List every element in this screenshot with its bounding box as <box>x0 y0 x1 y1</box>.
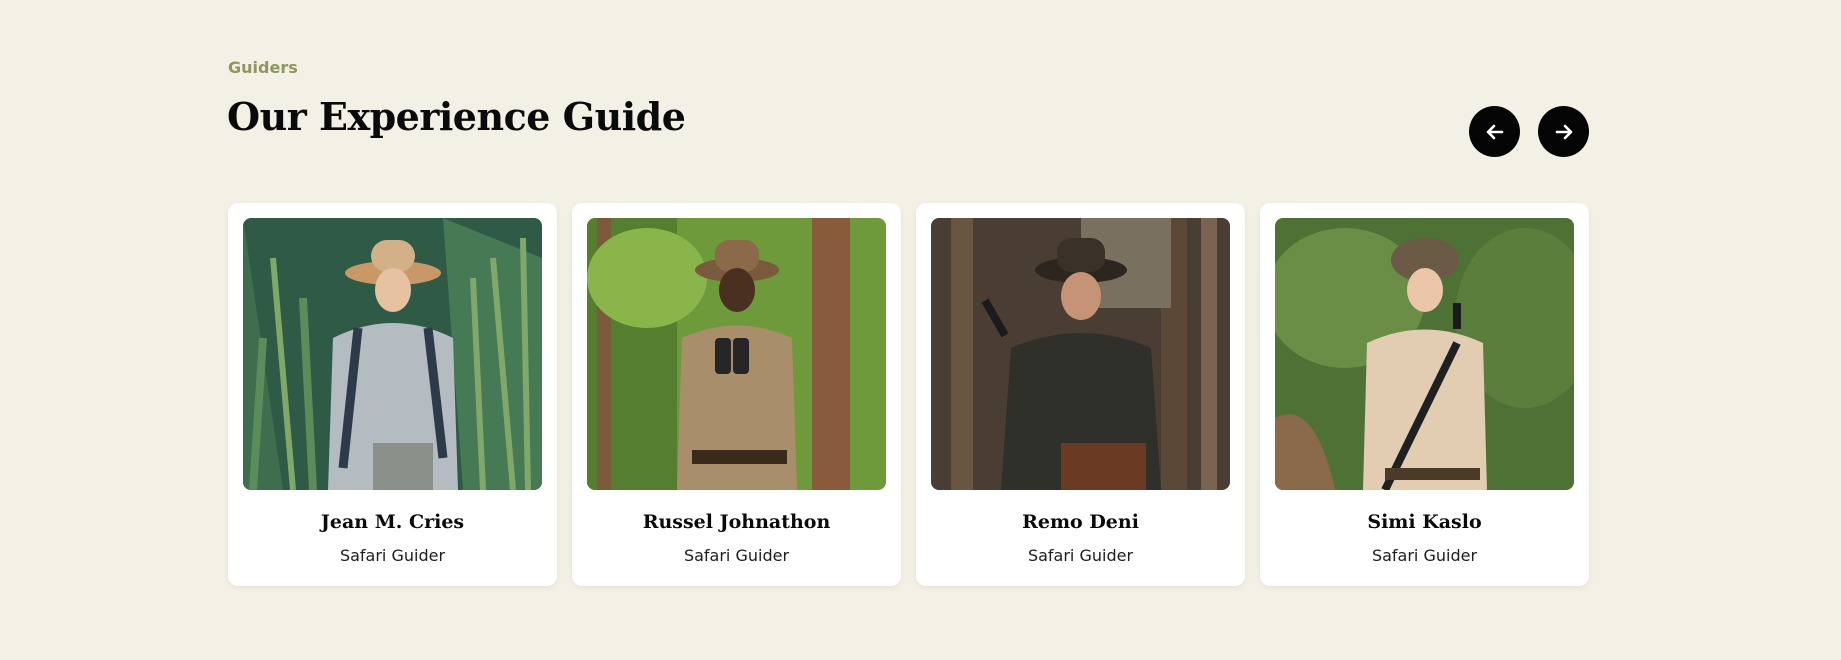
arrow-right-icon <box>1555 124 1572 139</box>
guide-photo <box>931 218 1230 490</box>
guide-photo <box>243 218 542 490</box>
section-eyebrow: Guiders <box>228 58 298 77</box>
carousel-next-button[interactable] <box>1538 106 1589 157</box>
guide-name: Simi Kaslo <box>1367 511 1482 533</box>
guide-card[interactable]: Russel Johnathon Safari Guider <box>572 203 901 586</box>
guide-photo <box>1275 218 1574 490</box>
guide-name: Jean M. Cries <box>320 511 465 533</box>
guide-name: Russel Johnathon <box>642 511 831 533</box>
guide-name: Remo Deni <box>1022 511 1139 533</box>
guide-role: Safari Guider <box>683 546 790 565</box>
guide-role: Safari Guider <box>1027 546 1134 565</box>
guide-photo <box>587 218 886 490</box>
guide-role: Safari Guider <box>339 546 446 565</box>
guide-card[interactable]: Jean M. Cries Safari Guider <box>228 203 557 586</box>
guide-card[interactable]: Simi Kaslo Safari Guider <box>1260 203 1589 586</box>
guide-role: Safari Guider <box>1371 546 1478 565</box>
section-title: Our Experience Guide <box>227 94 686 139</box>
arrow-left-icon <box>1486 124 1503 139</box>
guide-card-list: Jean M. Cries Safari Guider Russel Johna… <box>228 203 1589 586</box>
guides-section: Guiders Our Experience Guide Jean M. Cri… <box>0 0 1841 660</box>
guide-card[interactable]: Remo Deni Safari Guider <box>916 203 1245 586</box>
carousel-prev-button[interactable] <box>1469 106 1520 157</box>
